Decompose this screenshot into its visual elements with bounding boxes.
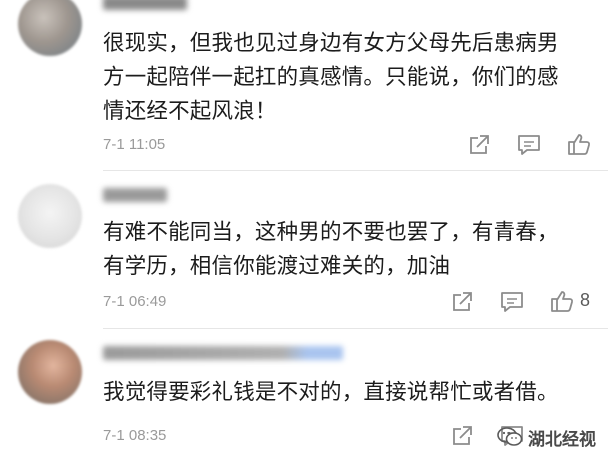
like-icon[interactable] — [566, 131, 592, 157]
share-icon[interactable] — [449, 423, 475, 449]
like-icon[interactable] — [549, 288, 575, 314]
share-icon[interactable] — [449, 289, 475, 315]
comment-text: 有难不能同当，这种男的不要也罢了，有青春， 有学历，相信你能渡过难关的，加油 — [103, 220, 559, 279]
comment-time: 7-1 11:05 — [103, 136, 166, 153]
reply-icon[interactable] — [499, 289, 525, 315]
watermark-text: 湖北经视 — [528, 429, 596, 450]
comment-text: 很现实，但我也见过身边有女方父母先后患病男 方一起陪伴一起扛的真感情。只能说，你… — [103, 31, 559, 124]
comment-time: 7-1 08:35 — [103, 427, 167, 444]
comment-time: 7-1 06:49 — [103, 293, 167, 310]
wechat-logo-icon — [497, 426, 523, 448]
username-blurred — [103, 0, 187, 10]
comment-text: 我觉得要彩礼钱是不对的，直接说帮忙或者借。 — [103, 380, 559, 405]
avatar[interactable] — [18, 0, 82, 56]
username-blurred — [103, 346, 343, 360]
divider — [103, 328, 608, 329]
username-blurred — [103, 188, 167, 202]
avatar[interactable] — [18, 340, 82, 404]
share-icon[interactable] — [466, 132, 492, 158]
like-count: 8 — [580, 290, 591, 310]
watermark: 湖北经视 — [497, 425, 596, 450]
divider — [103, 170, 608, 171]
reply-icon[interactable] — [516, 132, 542, 158]
avatar[interactable] — [18, 184, 82, 248]
